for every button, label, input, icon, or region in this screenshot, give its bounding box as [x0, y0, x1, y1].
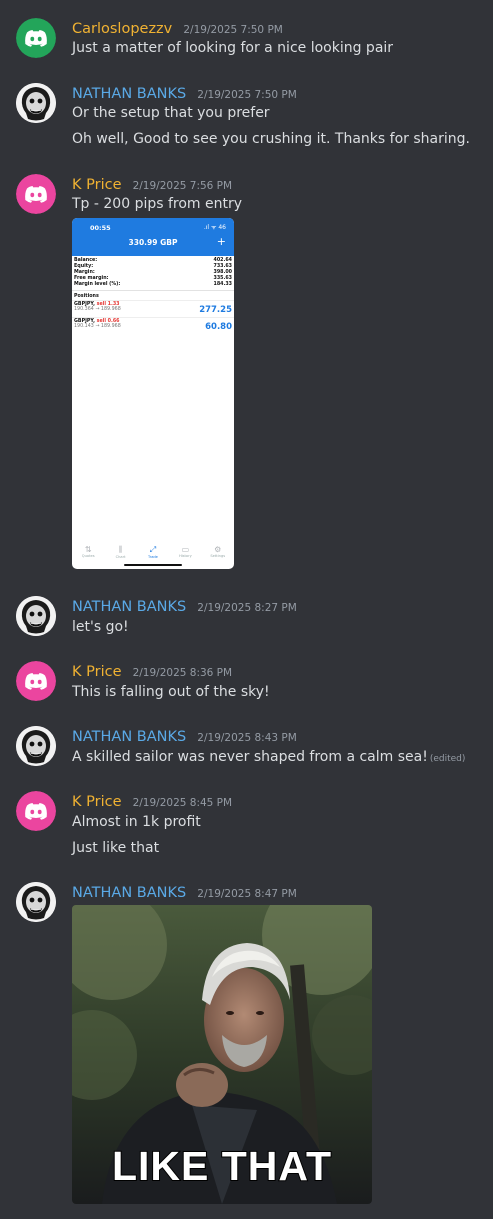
message-text: Or the setup that you prefer — [72, 105, 270, 121]
discord-logo-icon — [16, 174, 56, 214]
author-name[interactable]: NATHAN BANKS — [72, 885, 186, 901]
message-text: Just like that — [72, 840, 160, 856]
chart-tab-icon: ⫼ Chart — [115, 545, 126, 559]
message-text: This is falling out of the sky! — [72, 684, 270, 700]
author-name[interactable]: K Price — [72, 794, 122, 810]
message-carloslopezzv: Carloslopezzv 2/19/2025 7:50 PM Just a m… — [0, 18, 493, 66]
avatar[interactable] — [16, 18, 56, 58]
author-name[interactable]: NATHAN BANKS — [72, 86, 186, 102]
position-profit: 60.80 — [205, 322, 232, 332]
trade-tab-icon: ⤢ Trade — [148, 545, 158, 559]
message-nathan-banks: NATHAN BANKS 2/19/2025 8:43 PM A skilled… — [0, 726, 493, 770]
balance-header: 330.99 GBP — [128, 238, 178, 247]
discord-logo-icon — [16, 18, 56, 58]
timestamp: 2/19/2025 8:47 PM — [197, 888, 297, 900]
phone-clock: 00:55 — [90, 224, 111, 232]
message-text: A skilled sailor was never shaped from a… — [72, 749, 465, 765]
avatar[interactable] — [16, 882, 56, 922]
avatar[interactable] — [16, 596, 56, 636]
quotes-tab-icon: ⇅ Quotes — [81, 545, 95, 558]
avatar[interactable] — [16, 661, 56, 701]
discord-logo-icon — [16, 661, 56, 701]
skull-avatar-icon — [16, 596, 56, 636]
message-text: Just a matter of looking for a nice look… — [72, 40, 394, 56]
message-k-price: K Price 2/19/2025 8:36 PM This is fallin… — [0, 661, 493, 705]
gif-caption: LIKE THAT — [111, 1142, 333, 1190]
timestamp: 2/19/2025 8:36 PM — [132, 667, 233, 679]
trade-screenshot-attachment[interactable]: 00:55 .ıl ᯤ 46 330.99 GBP + Balance: 402.… — [72, 218, 234, 569]
position-profit: 277.25 — [199, 305, 232, 315]
phone-tab-bar: ⇅ Quotes ⫼ Chart ⤢ Trade ▭ History ⚙ Settings — [72, 545, 234, 559]
skull-avatar-icon — [16, 726, 56, 766]
author-name[interactable]: K Price — [72, 664, 122, 680]
history-tab-icon: ▭ History — [178, 545, 192, 558]
skull-avatar-icon — [16, 882, 56, 922]
author-name[interactable]: NATHAN BANKS — [72, 599, 186, 615]
positions-title: Positions — [72, 290, 234, 300]
timestamp: 2/19/2025 7:50 PM — [197, 89, 297, 101]
account-summary: Balance: 402.64 Equity: 733.63 Margin: 398.… — [72, 256, 234, 288]
signal-status-icon: .ıl ᯤ 46 — [203, 224, 226, 231]
home-indicator — [124, 564, 182, 566]
message-text: Tp - 200 pips from entry — [72, 196, 243, 212]
message-text: let's go! — [72, 619, 129, 635]
avatar[interactable] — [16, 174, 56, 214]
settings-tab-icon: ⚙ Settings — [210, 545, 226, 558]
timestamp: 2/19/2025 8:43 PM — [197, 732, 297, 744]
avatar[interactable] — [16, 726, 56, 766]
message-nathan-banks: NATHAN BANKS 2/19/2025 8:47 PM — [0, 882, 493, 922]
account-row: Margin level (%): 184.33 — [74, 282, 232, 287]
phone-header: 00:55 .ıl ᯤ 46 330.99 GBP + — [72, 218, 234, 256]
avatar[interactable] — [16, 791, 56, 831]
author-name[interactable]: NATHAN BANKS — [72, 729, 186, 745]
message-text: Oh well, Good to see you crushing it. Th… — [72, 131, 470, 147]
discord-logo-icon — [16, 791, 56, 831]
author-name[interactable]: Carloslopezzv — [72, 21, 172, 37]
message-k-price: K Price 2/19/2025 8:45 PM Almost in 1k p… — [0, 791, 493, 861]
timestamp: 2/19/2025 7:56 PM — [132, 180, 233, 192]
timestamp: 2/19/2025 7:50 PM — [183, 24, 283, 36]
edited-label: (edited) — [429, 754, 466, 764]
message-nathan-banks: NATHAN BANKS 2/19/2025 8:27 PM let's go! — [0, 596, 493, 640]
skull-avatar-icon — [16, 83, 56, 123]
timestamp: 2/19/2025 8:27 PM — [197, 602, 297, 614]
message-text-content: A skilled sailor was never shaped from a… — [72, 749, 428, 765]
position-row: GBPJPY, sell 0.66 190.143 → 189.968 60.8… — [72, 317, 234, 332]
message-text: Almost in 1k profit — [72, 814, 201, 830]
position-row: GBPJPY, sell 1.33 190.364 → 189.968 277.… — [72, 300, 234, 315]
message-nathan-banks: NATHAN BANKS 2/19/2025 7:50 PM Or the se… — [0, 83, 493, 155]
author-name[interactable]: K Price — [72, 177, 122, 193]
timestamp: 2/19/2025 8:45 PM — [132, 797, 233, 809]
gif-attachment[interactable]: LIKE THAT — [72, 905, 372, 1204]
avatar[interactable] — [16, 83, 56, 123]
plus-icon: + — [216, 235, 226, 248]
